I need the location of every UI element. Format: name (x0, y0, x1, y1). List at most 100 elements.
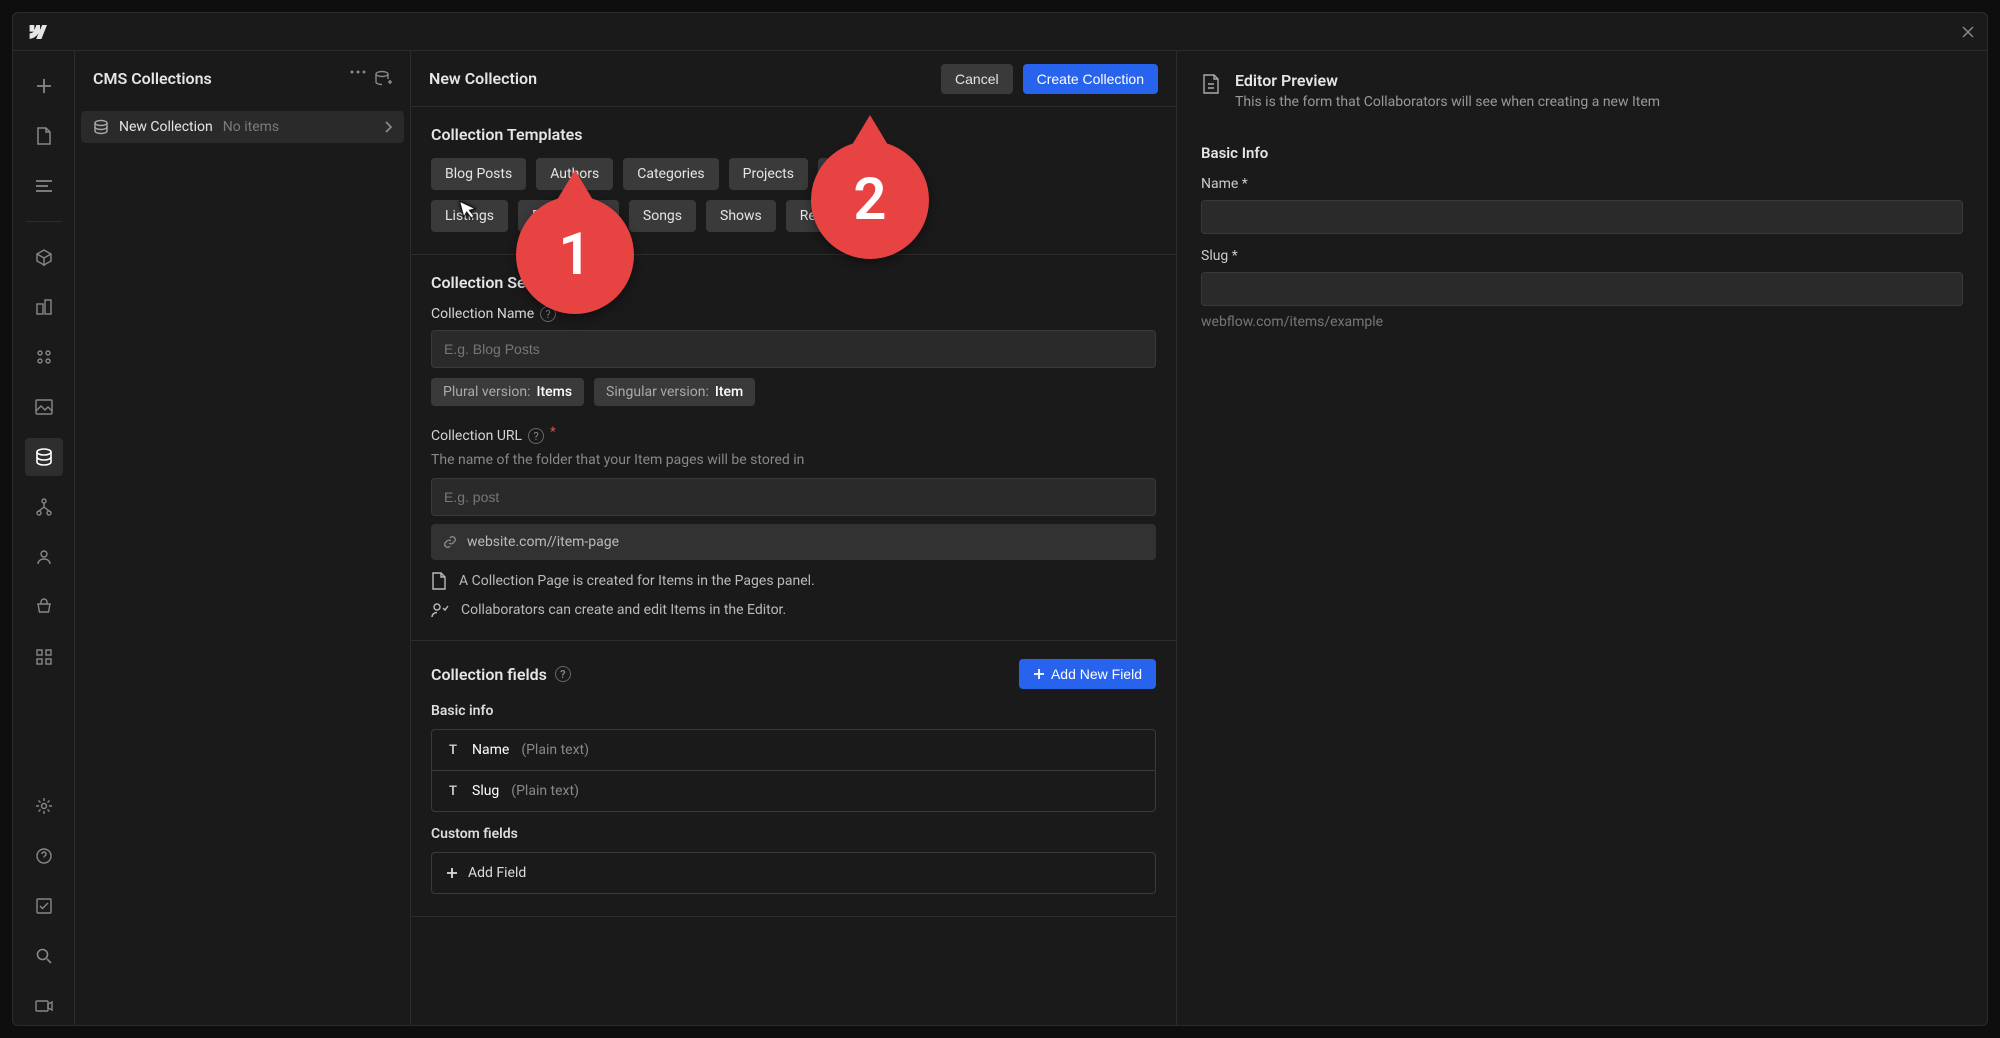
collection-name-label-text: Collection Name (431, 306, 534, 322)
collection-url-desc: The name of the folder that your Item pa… (431, 452, 1156, 468)
template-blog-posts[interactable]: Blog Posts (431, 158, 526, 190)
template-songs[interactable]: Songs (629, 200, 696, 232)
info-collaborators-text: Collaborators can create and edit Items … (461, 602, 786, 618)
preview-body: Basic Info Name * Slug * webflow.com/ite… (1177, 122, 1987, 354)
required-star: * (550, 425, 556, 440)
info-page-created-text: A Collection Page is created for Items i… (459, 573, 815, 589)
preview-name-label: Name * (1201, 176, 1963, 192)
rail-separator (26, 221, 62, 222)
basic-info-heading: Basic info (431, 703, 1156, 719)
logic-icon[interactable] (25, 488, 63, 526)
help-icon[interactable]: ? (528, 428, 544, 444)
annotation-number: 1 (558, 221, 591, 289)
collection-url-label: Collection URL ? * (431, 428, 1156, 444)
add-field-row[interactable]: Add Field (431, 852, 1156, 894)
template-projects[interactable]: Projects (729, 158, 808, 190)
collection-list: New Collection No items (75, 107, 410, 147)
collections-title: CMS Collections (93, 69, 340, 88)
page-icon (431, 572, 447, 590)
panel-more-icon[interactable] (350, 70, 366, 88)
left-rail (13, 51, 75, 1025)
components-icon[interactable] (25, 238, 63, 276)
template-shows[interactable]: Shows (706, 200, 776, 232)
url-preview-text: website.com//item-page (467, 534, 619, 550)
chevron-right-icon (384, 121, 392, 133)
templates-row-1: Blog Posts Authors Categories Projects C… (431, 158, 1156, 190)
basic-fields-box: T Name (Plain text) T Slug (Plain text) (431, 729, 1156, 812)
singular-val: Item (715, 384, 743, 400)
collections-header: CMS Collections (75, 51, 410, 107)
help-icon[interactable] (25, 837, 63, 875)
search-icon[interactable] (25, 937, 63, 975)
plural-val: Items (537, 384, 573, 400)
topbar (13, 13, 1987, 51)
collection-name-input[interactable] (431, 330, 1156, 368)
preview-basic-heading: Basic Info (1201, 144, 1963, 162)
main-header: New Collection Cancel Create Collection (411, 51, 1176, 107)
annotation-callout-2: 2 (811, 141, 929, 259)
collection-list-item[interactable]: New Collection No items (81, 111, 404, 143)
text-type-icon: T (446, 784, 460, 799)
link-icon (443, 535, 457, 549)
create-collection-button[interactable]: Create Collection (1023, 64, 1158, 94)
plural-key: Plural version: (443, 384, 531, 400)
variables-icon[interactable] (25, 288, 63, 326)
preview-header: Editor Preview This is the form that Col… (1177, 51, 1987, 122)
form-icon (1201, 73, 1221, 95)
field-name: Slug (472, 783, 499, 799)
assets-icon[interactable] (25, 388, 63, 426)
collection-url-label-text: Collection URL (431, 428, 522, 444)
template-categories[interactable]: Categories (623, 158, 718, 190)
settings-section: Collection Set Collection Name ? * Plura… (411, 255, 1176, 641)
preview-title: Editor Preview (1235, 71, 1660, 90)
collection-url-input[interactable] (431, 478, 1156, 516)
preview-slug-input[interactable] (1201, 272, 1963, 306)
annotation-number: 2 (853, 166, 886, 234)
video-icon[interactable] (25, 987, 63, 1025)
users-icon[interactable] (25, 538, 63, 576)
close-icon[interactable] (1961, 25, 1975, 39)
navigator-icon[interactable] (25, 167, 63, 205)
collections-panel: CMS Collections New Collection No (75, 51, 411, 1025)
field-type: (Plain text) (521, 742, 589, 758)
cancel-button[interactable]: Cancel (941, 64, 1013, 94)
plural-version-chip: Plural version: Items (431, 378, 584, 406)
collection-item-meta: No items (223, 119, 374, 135)
add-new-field-label: Add New Field (1051, 666, 1142, 682)
add-field-label: Add Field (468, 865, 526, 881)
checklist-icon[interactable] (25, 887, 63, 925)
preview-name-input[interactable] (1201, 200, 1963, 234)
apps-icon[interactable] (25, 638, 63, 676)
ecommerce-icon[interactable] (25, 588, 63, 626)
brand-logo (25, 25, 47, 39)
help-icon[interactable]: ? (555, 666, 571, 682)
annotation-callout-1: 1 (516, 196, 634, 314)
collection-item-name: New Collection (119, 119, 213, 135)
field-row-name[interactable]: T Name (Plain text) (432, 730, 1155, 771)
main-panel: New Collection Cancel Create Collection … (411, 51, 1177, 1025)
body: CMS Collections New Collection No (13, 51, 1987, 1025)
info-collaborators: Collaborators can create and edit Items … (431, 602, 1156, 618)
editor-preview-panel: Editor Preview This is the form that Col… (1177, 51, 1987, 1025)
version-chips: Plural version: Items Singular version: … (431, 378, 1156, 406)
collection-stack-icon (93, 119, 109, 135)
templates-heading: Collection Templates (431, 125, 1156, 144)
preview-desc: This is the form that Collaborators will… (1235, 94, 1660, 110)
singular-version-chip: Singular version: Item (594, 378, 755, 406)
field-name: Name (472, 742, 509, 758)
new-collection-icon[interactable] (374, 70, 392, 88)
collaborator-icon (431, 602, 449, 618)
main-content: New Collection Cancel Create Collection … (411, 51, 1176, 1025)
app-window: CMS Collections New Collection No (12, 12, 1988, 1026)
info-page-created: A Collection Page is created for Items i… (431, 572, 1156, 590)
settings-icon[interactable] (25, 787, 63, 825)
add-new-field-button[interactable]: Add New Field (1019, 659, 1156, 689)
singular-key: Singular version: (606, 384, 709, 400)
preview-slug-label: Slug * (1201, 248, 1963, 264)
page-icon[interactable] (25, 117, 63, 155)
text-type-icon: T (446, 743, 460, 758)
cms-icon[interactable] (25, 438, 63, 476)
styles-icon[interactable] (25, 338, 63, 376)
field-row-slug[interactable]: T Slug (Plain text) (432, 771, 1155, 811)
add-icon[interactable] (25, 67, 63, 105)
